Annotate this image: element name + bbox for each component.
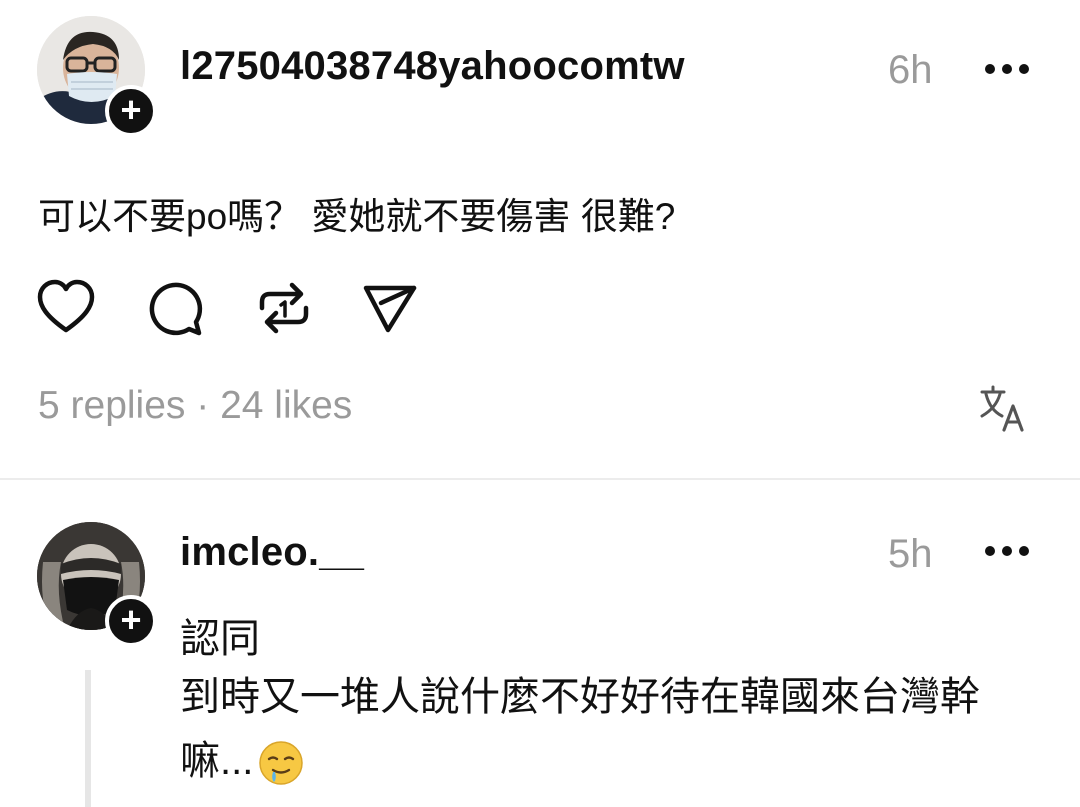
translate-button[interactable] <box>976 382 1028 434</box>
comment-button[interactable] <box>145 278 205 338</box>
more-options-button[interactable] <box>985 546 1035 558</box>
repost-icon <box>259 282 309 334</box>
translate-icon <box>980 385 1024 432</box>
follow-button[interactable]: + <box>105 85 157 137</box>
heart-icon <box>37 279 95 333</box>
follow-button[interactable]: + <box>105 595 157 647</box>
more-options-button[interactable] <box>985 64 1035 76</box>
post-timestamp: 6h <box>888 48 933 92</box>
post-stats[interactable]: 5 replies · 24 likes <box>38 384 352 428</box>
reply-timestamp: 5h <box>888 532 933 576</box>
post-username[interactable]: l27504038748yahoocomtw <box>180 44 685 89</box>
reply-text-tail: 嘛... <box>180 739 254 783</box>
send-icon <box>363 285 417 333</box>
plus-icon: + <box>120 599 142 640</box>
reply-text-line: 嘛... <box>180 729 305 793</box>
drooling-face-emoji <box>259 741 304 786</box>
more-dots-icon <box>985 546 995 556</box>
more-dot <box>1019 64 1029 74</box>
reply-text-line: 到時又一堆人說什麼不好好待在韓國來台灣幹 <box>180 675 980 719</box>
plus-icon: + <box>120 89 142 130</box>
thread-line <box>85 670 91 807</box>
more-dot <box>1019 546 1029 556</box>
more-dots-icon <box>985 64 995 74</box>
reply-text-line: 認同 <box>180 617 260 661</box>
more-dot <box>1002 64 1012 74</box>
share-button[interactable] <box>360 278 420 338</box>
divider <box>0 478 1080 480</box>
post-text: 可以不要po嗎？ 愛她就不要傷害 很難? <box>38 196 676 237</box>
comment-bubble-icon <box>149 282 203 336</box>
like-button[interactable] <box>36 278 96 338</box>
repost-button[interactable] <box>254 278 314 338</box>
more-dot <box>1002 546 1012 556</box>
reply-username[interactable]: imcleo.__ <box>180 530 364 575</box>
post: + l27504038748yahoocomtw 6h 可以不要po嗎？ 愛她就… <box>0 0 1080 478</box>
